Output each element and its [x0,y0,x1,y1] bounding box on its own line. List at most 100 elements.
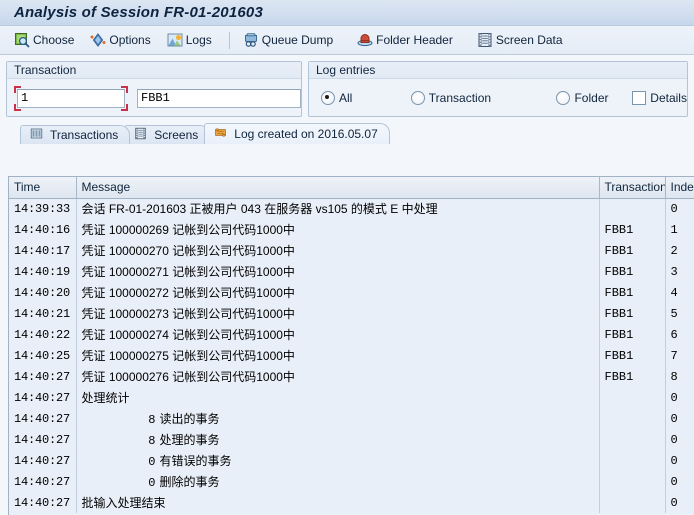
cell-index: 5 [665,303,694,324]
table-row[interactable]: 14:40:19 凭证 100000271 记帐到公司代码1000中 FBB1 3 [9,261,694,282]
table-row[interactable]: 14:40:27 处理统计 0 [9,387,694,408]
folder-header-icon [357,32,373,48]
cell-message: 凭证 100000270 记帐到公司代码1000中 [76,240,600,261]
queue-dump-button[interactable]: Queue Dump [239,28,341,52]
radio-transaction-label: Transaction [428,91,492,105]
table-row[interactable]: 14:40:20 凭证 100000272 记帐到公司代码1000中 FBB1 4 [9,282,694,303]
tab-screens[interactable]: Screens [124,125,211,144]
logs-mountain-icon [167,32,183,48]
table-row[interactable]: 14:40:25 凭证 100000275 记帐到公司代码1000中 FBB1 7 [9,345,694,366]
radio-all[interactable]: All [321,91,411,105]
logs-button[interactable]: Logs [163,28,220,52]
cell-time: 14:40:25 [9,345,77,366]
cell-index: 1 [665,219,694,240]
table-row[interactable]: 14:40:27 8 处理的事务 0 [9,429,694,450]
selection-groups: Transaction Log entries All [0,55,694,119]
cell-message-text: 有错误的事务 [159,454,232,468]
radio-transaction-indicator [410,91,425,105]
cell-index: 0 [665,387,694,408]
column-header-message[interactable]: Message [76,177,600,199]
filmstrip-icon [134,127,150,143]
table-row[interactable]: 14:40:27 凭证 100000276 记帐到公司代码1000中 FBB1 8 [9,366,694,387]
application-toolbar: Choose Options Logs Queue Dump Folder He… [0,26,694,55]
screen-data-button-label: Screen Data [495,33,563,47]
table-row[interactable]: 14:40:17 凭证 100000270 记帐到公司代码1000中 FBB1 2 [9,240,694,261]
tab-transactions[interactable]: Transactions [20,125,131,144]
cell-message: 凭证 100000271 记帐到公司代码1000中 [76,261,600,282]
cell-transaction [599,198,666,219]
queue-dump-icon [243,32,259,48]
folder-header-button-label: Folder Header [376,33,453,47]
log-entries-group-title: Log entries [309,62,687,79]
cell-message-text: 处理的事务 [159,433,220,447]
cell-message: 处理统计 [76,387,600,408]
log-table-body: 14:39:33 会话 FR-01-201603 正被用户 043 在服务器 vs… [9,198,694,513]
cell-message: 会话 FR-01-201603 正被用户 043 在服务器 vs105 的模式 … [76,198,600,219]
cell-index: 0 [665,429,694,450]
table-row[interactable]: 14:40:27 批输入处理结束 0 [9,492,694,513]
cell-transaction: FBB1 [599,240,666,261]
folder-header-button[interactable]: Folder Header [353,28,461,52]
table-header-row: Time Message Transaction Inde [9,177,694,199]
log-table-panel[interactable]: Time Message Transaction Inde 14:39:33 会话… [8,176,694,515]
cell-index: 0 [665,408,694,429]
transaction-group-title: Transaction [7,62,301,79]
column-header-index[interactable]: Inde [665,177,694,199]
tab-log-created[interactable]: Log created on 2016.05.07 [204,123,390,144]
cell-message: 凭证 100000273 记帐到公司代码1000中 [76,303,600,324]
cell-time: 14:40:27 [9,387,77,408]
cell-transaction: FBB1 [599,303,666,324]
cell-message: 0 删除的事务 [76,471,600,492]
cell-message: 8 处理的事务 [76,429,600,450]
cell-time: 14:40:27 [9,492,77,513]
window-title: Analysis of Session FR-01-201603 [14,4,264,21]
cell-index: 0 [665,198,694,219]
cell-transaction [599,492,666,513]
cell-index: 2 [665,240,694,261]
cell-message-text: 读出的事务 [159,412,220,426]
radio-folder[interactable]: Folder [556,91,632,105]
table-row[interactable]: 14:40:22 凭证 100000274 记帐到公司代码1000中 FBB1 6 [9,324,694,345]
cell-message-count: 0 [148,455,156,469]
cell-time: 14:40:17 [9,240,77,261]
transaction-code-input[interactable] [137,88,301,108]
radio-all-label: All [339,91,353,105]
screen-data-filmstrip-icon [477,32,493,48]
table-row[interactable]: 14:40:27 0 有错误的事务 0 [9,450,694,471]
options-button[interactable]: Options [86,28,158,52]
table-row[interactable]: 14:40:27 0 删除的事务 0 [9,471,694,492]
radio-all-indicator [321,91,335,105]
table-row[interactable]: 14:40:21 凭证 100000273 记帐到公司代码1000中 FBB1 5 [9,303,694,324]
checkbox-details-label: Details [650,91,687,105]
cell-transaction [599,471,666,492]
column-header-transaction[interactable]: Transaction [599,177,666,199]
table-row[interactable]: 14:40:16 凭证 100000269 记帐到公司代码1000中 FBB1 1 [9,219,694,240]
log-scroll-icon [214,126,230,142]
radio-folder-label: Folder [574,91,609,105]
screen-data-button[interactable]: Screen Data [473,28,571,52]
radio-transaction[interactable]: Transaction [410,91,557,105]
cell-transaction: FBB1 [599,345,666,366]
checkbox-details-indicator [632,91,647,105]
cell-transaction: FBB1 [599,366,666,387]
queue-dump-button-label: Queue Dump [261,33,334,47]
cell-time: 14:40:21 [9,303,77,324]
options-button-label: Options [109,33,151,47]
cell-message: 凭证 100000272 记帐到公司代码1000中 [76,282,600,303]
toolbar-separator [228,31,230,49]
cell-message: 8 读出的事务 [76,408,600,429]
cell-time: 14:40:22 [9,324,77,345]
cell-index: 8 [665,366,694,387]
cell-transaction [599,408,666,429]
radio-folder-indicator [556,91,571,105]
column-header-time[interactable]: Time [9,177,77,199]
cell-message: 凭证 100000275 记帐到公司代码1000中 [76,345,600,366]
cell-time: 14:40:20 [9,282,77,303]
choose-button[interactable]: Choose [10,28,82,52]
grid-columns-icon [30,127,46,143]
checkbox-details[interactable]: Details [632,91,687,105]
table-row[interactable]: 14:40:27 8 读出的事务 0 [9,408,694,429]
table-row[interactable]: 14:39:33 会话 FR-01-201603 正被用户 043 在服务器 vs… [9,198,694,219]
cell-index: 0 [665,471,694,492]
transaction-index-input[interactable] [17,88,125,108]
